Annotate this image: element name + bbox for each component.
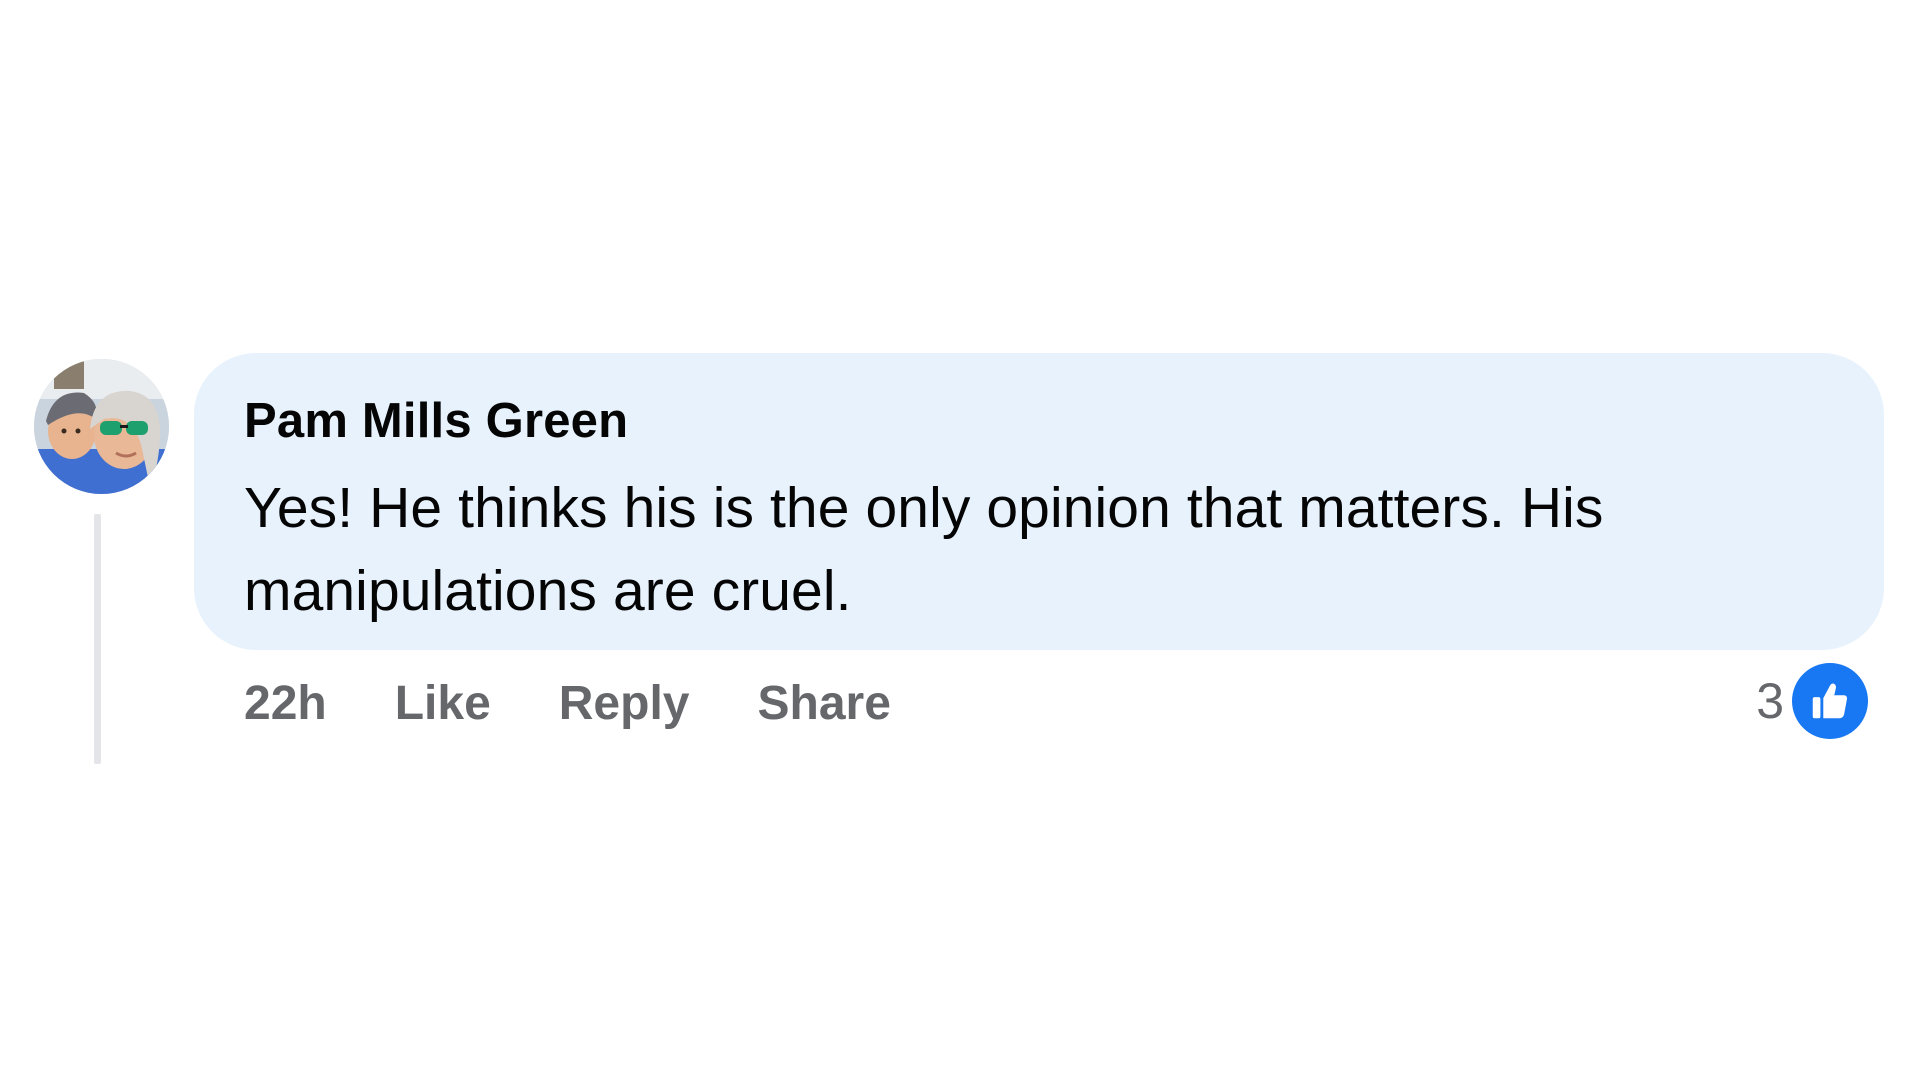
comment-thread: Pam Mills Green Yes! He thinks his is th… <box>0 0 1920 1079</box>
comment-timestamp[interactable]: 22h <box>244 674 327 734</box>
comment-text: Yes! He thinks his is the only opinion t… <box>244 476 1604 623</box>
thread-connector-line <box>94 514 101 764</box>
avatar[interactable] <box>34 359 169 494</box>
comment-author-name[interactable]: Pam Mills Green <box>244 393 1834 449</box>
profile-photo-avatar <box>34 359 169 494</box>
like-button[interactable]: Like <box>395 674 491 734</box>
reaction-count: 3 <box>1756 673 1784 729</box>
share-button[interactable]: Share <box>757 674 890 734</box>
reaction-summary[interactable]: 3 <box>1756 662 1868 740</box>
comment-bubble: Pam Mills Green Yes! He thinks his is th… <box>194 353 1884 650</box>
reply-button[interactable]: Reply <box>559 674 690 734</box>
thumbs-up-icon <box>1792 663 1868 739</box>
comment-actions: 22h Like Reply Share <box>244 672 891 736</box>
